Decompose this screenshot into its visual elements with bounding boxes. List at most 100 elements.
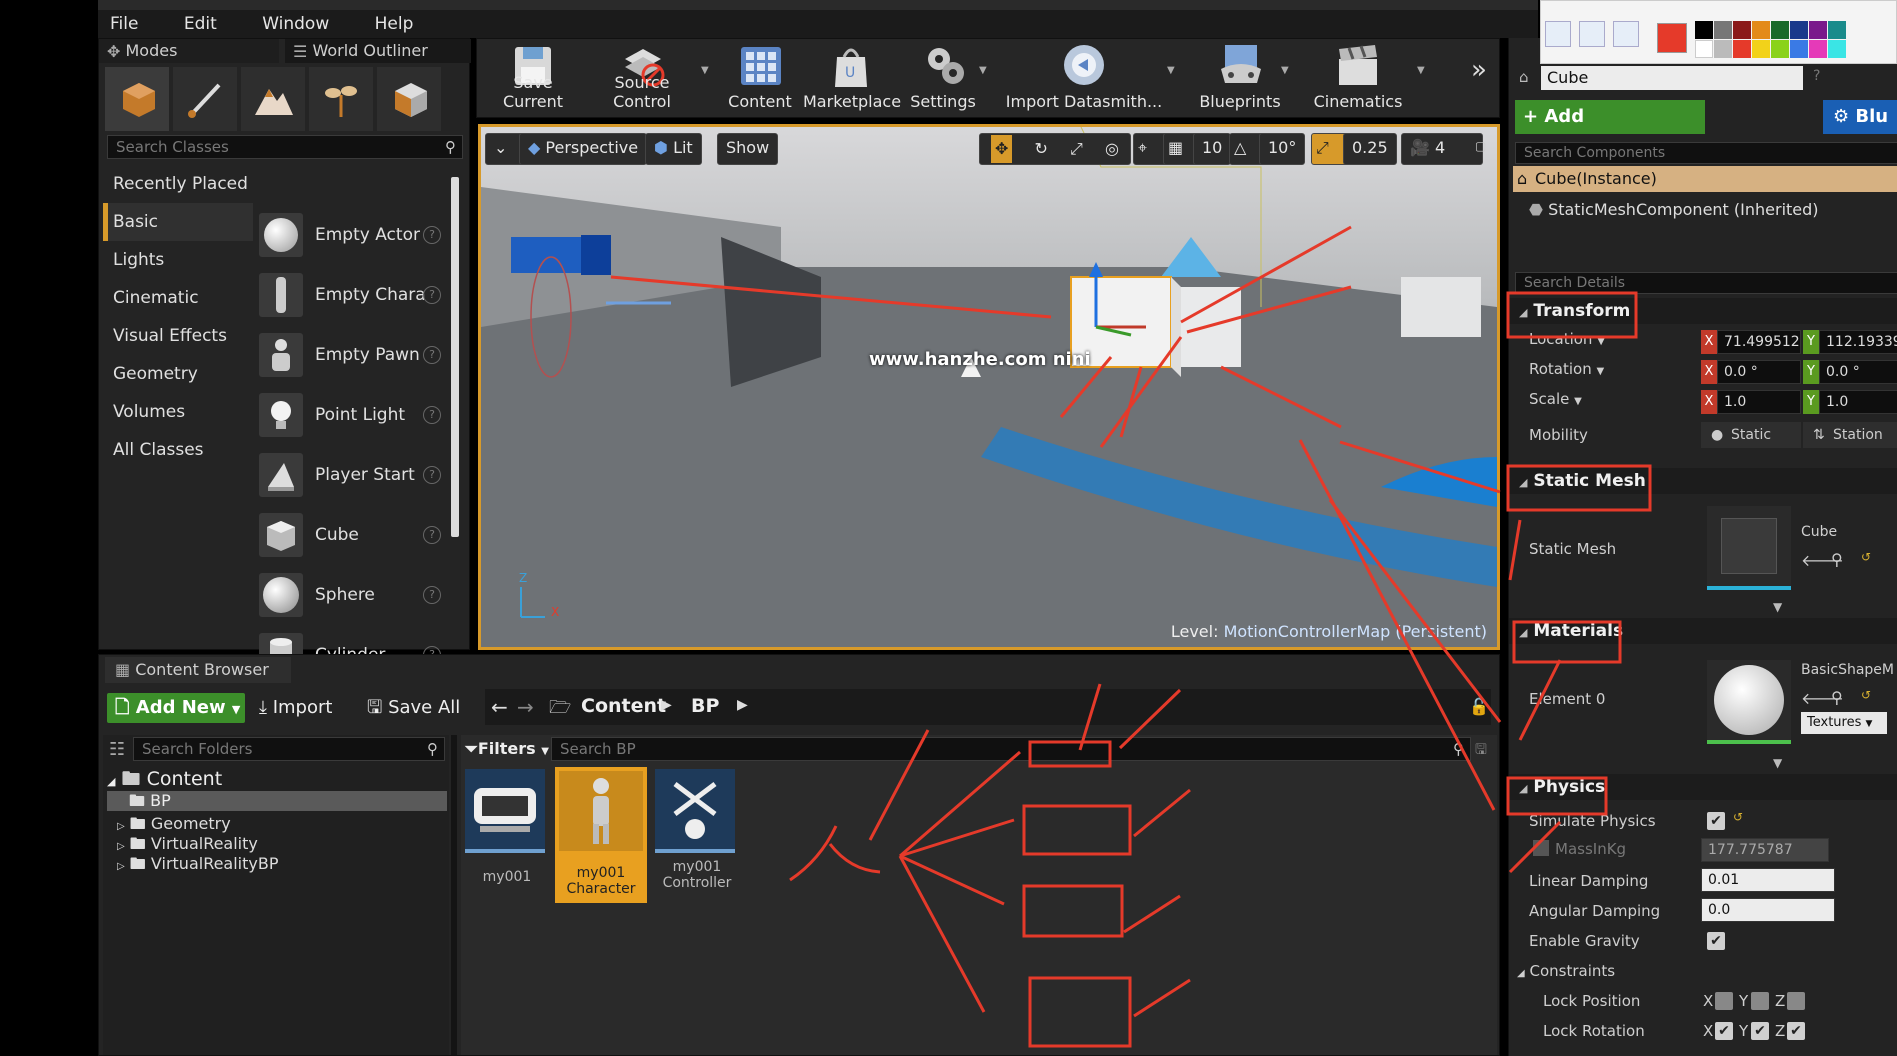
constraints-label[interactable]: ◢ Constraints — [1517, 962, 1615, 980]
landscape-mode-icon[interactable] — [241, 67, 305, 131]
color-swatch[interactable] — [1714, 21, 1732, 39]
rotate-tool-icon[interactable]: ↻ — [1035, 135, 1048, 163]
back-arrow-icon[interactable]: ← — [491, 695, 508, 719]
camera-speed-button[interactable]: 🎥 4 — [1401, 133, 1483, 165]
angular-damping-field[interactable]: 0.0 — [1701, 898, 1835, 922]
grid-snap-value[interactable]: 10 — [1193, 133, 1232, 165]
menu-window[interactable]: Window — [250, 14, 329, 34]
static-mesh-value[interactable]: Cube — [1801, 524, 1837, 540]
help-icon[interactable]: ? — [423, 526, 441, 544]
sources-toggle-icon[interactable]: ☷ — [109, 739, 125, 760]
help-icon[interactable]: ? — [423, 346, 441, 364]
component-staticmesh-row[interactable]: ⬣ StaticMeshComponent (Inherited) — [1529, 200, 1819, 219]
scale-tool-icon[interactable]: ⤢ — [1070, 135, 1083, 163]
color-swatch[interactable] — [1771, 40, 1789, 58]
search-components-input[interactable]: Search Components — [1515, 142, 1897, 164]
folder-virtualrealitybp[interactable]: ▷ 🖿 VirtualRealityBP — [117, 853, 279, 880]
materials-section-header[interactable]: ◢ Materials — [1509, 618, 1897, 644]
color-swatch[interactable] — [1828, 40, 1846, 58]
scale-x-field[interactable]: 1.0 — [1717, 390, 1801, 414]
current-color-swatch[interactable] — [1657, 23, 1687, 53]
lock-rotation-x-checkbox[interactable]: ✔ — [1715, 1022, 1733, 1040]
scale-label[interactable]: Scale ▼ — [1529, 390, 1582, 408]
menu-file[interactable]: File — [98, 14, 138, 34]
category-geometry[interactable]: Geometry — [103, 355, 253, 393]
lock-icon[interactable]: 🔓 — [1469, 697, 1489, 716]
actor-point-light[interactable]: Point Light ? — [259, 385, 451, 445]
lock-rotation-z-checkbox[interactable]: ✔ — [1787, 1022, 1805, 1040]
actor-cube[interactable]: Cube ? — [259, 505, 451, 565]
actor-name-input[interactable]: Cube — [1541, 66, 1803, 90]
forward-arrow-icon[interactable]: → — [517, 695, 534, 719]
transform-section-header[interactable]: ◢ Transform — [1509, 298, 1897, 324]
translate-tool-icon[interactable]: ✥ — [991, 135, 1013, 163]
color-swatch[interactable] — [1752, 21, 1770, 39]
cinematics-button[interactable]: Cinematics — [1303, 39, 1413, 117]
scale-snap-value[interactable]: 0.25 — [1343, 133, 1397, 165]
expand-down-icon[interactable]: ▼ — [1773, 600, 1782, 614]
mobility-static-option[interactable]: ● Static — [1701, 422, 1801, 448]
color-swatch[interactable] — [1828, 21, 1846, 39]
search-classes-input[interactable]: Search Classes ⚲ — [107, 135, 463, 159]
dropdown-arrow-icon[interactable]: ▼ — [979, 65, 987, 76]
rotation-snap-value[interactable]: 10° — [1259, 133, 1306, 165]
save-current-button[interactable]: Save Current — [483, 39, 583, 117]
menu-help[interactable]: Help — [363, 14, 414, 34]
paint-mode-icon[interactable] — [173, 67, 237, 131]
component-root-row[interactable]: ⌂ Cube(Instance) — [1513, 166, 1897, 192]
help-icon[interactable]: ? — [1813, 68, 1820, 84]
linear-damping-field[interactable]: 0.01 — [1701, 868, 1835, 892]
dropdown-arrow-icon[interactable]: ▼ — [1167, 65, 1175, 76]
color-swatch[interactable] — [1790, 21, 1808, 39]
import-button[interactable]: ⤓ Import — [259, 693, 332, 723]
foliage-mode-icon[interactable] — [309, 67, 373, 131]
category-volumes[interactable]: Volumes — [103, 393, 253, 431]
static-mesh-thumbnail[interactable] — [1707, 506, 1791, 590]
actor-sphere[interactable]: Sphere ? — [259, 565, 451, 625]
browse-search-icon[interactable]: ⚲ — [1831, 688, 1843, 707]
location-label[interactable]: Location ▼ — [1529, 330, 1605, 348]
color-swatch[interactable] — [1809, 21, 1827, 39]
search-folders-input[interactable]: Search Folders ⚲ — [133, 737, 445, 761]
world-outliner-tab[interactable]: ☰ World Outliner — [285, 39, 471, 63]
category-lights[interactable]: Lights — [103, 241, 253, 279]
category-basic[interactable]: Basic — [103, 203, 253, 241]
color-swatch[interactable] — [1771, 21, 1789, 39]
blueprints-button[interactable]: Blueprints — [1193, 39, 1287, 117]
expand-down-icon[interactable]: ▼ — [1773, 756, 1782, 770]
category-all-classes[interactable]: All Classes — [103, 431, 253, 469]
color-swatch[interactable] — [1752, 40, 1770, 58]
material-thumbnail[interactable] — [1707, 660, 1791, 744]
marketplace-button[interactable]: U Marketplace — [803, 39, 901, 117]
add-component-button[interactable]: + Add Component ▼ — [1515, 100, 1705, 161]
color-swatch[interactable] — [1809, 40, 1827, 58]
color-swatch[interactable] — [1695, 21, 1713, 39]
help-icon[interactable]: ? — [423, 586, 441, 604]
import-datasmith-button[interactable]: Import Datasmith... — [1005, 39, 1163, 117]
folder-bp[interactable]: 🖿 BP — [107, 791, 447, 811]
category-cinematic[interactable]: Cinematic — [103, 279, 253, 317]
toolbar-overflow-icon[interactable]: » — [1471, 55, 1487, 85]
material-value[interactable]: BasicShapeM — [1801, 662, 1894, 678]
color-swatch[interactable] — [1733, 40, 1751, 58]
actor-empty-character[interactable]: Empty Chara ? — [259, 265, 451, 325]
actor-list-scrollbar[interactable] — [451, 177, 459, 537]
save-search-icon[interactable]: 🖫 — [1475, 739, 1487, 763]
help-icon[interactable]: ? — [423, 406, 441, 424]
pane-splitter[interactable] — [451, 735, 457, 1055]
browse-search-icon[interactable]: ⚲ — [1831, 550, 1843, 569]
scale-y-field[interactable]: 1.0 — [1819, 390, 1897, 414]
modes-tab[interactable]: ✥ Modes — [99, 39, 279, 63]
rotation-x-field[interactable]: 0.0 ° — [1717, 360, 1801, 384]
blueprint-button[interactable]: ⚙ Blu — [1823, 100, 1897, 134]
reset-arrow-icon[interactable]: ↺ — [1733, 810, 1743, 824]
add-new-button[interactable]: 🗋 Add New ▼ — [107, 693, 245, 723]
actor-player-start[interactable]: Player Start ? — [259, 445, 451, 505]
simulate-physics-checkbox[interactable]: ✔ — [1707, 812, 1725, 830]
enable-gravity-checkbox[interactable]: ✔ — [1707, 932, 1725, 950]
location-y-field[interactable]: 112.19339 — [1819, 330, 1897, 354]
location-x-field[interactable]: 71.499512 — [1717, 330, 1801, 354]
mass-override-checkbox[interactable] — [1533, 840, 1549, 856]
menu-edit[interactable]: Edit — [172, 14, 217, 34]
category-recently-placed[interactable]: Recently Placed — [103, 165, 253, 203]
